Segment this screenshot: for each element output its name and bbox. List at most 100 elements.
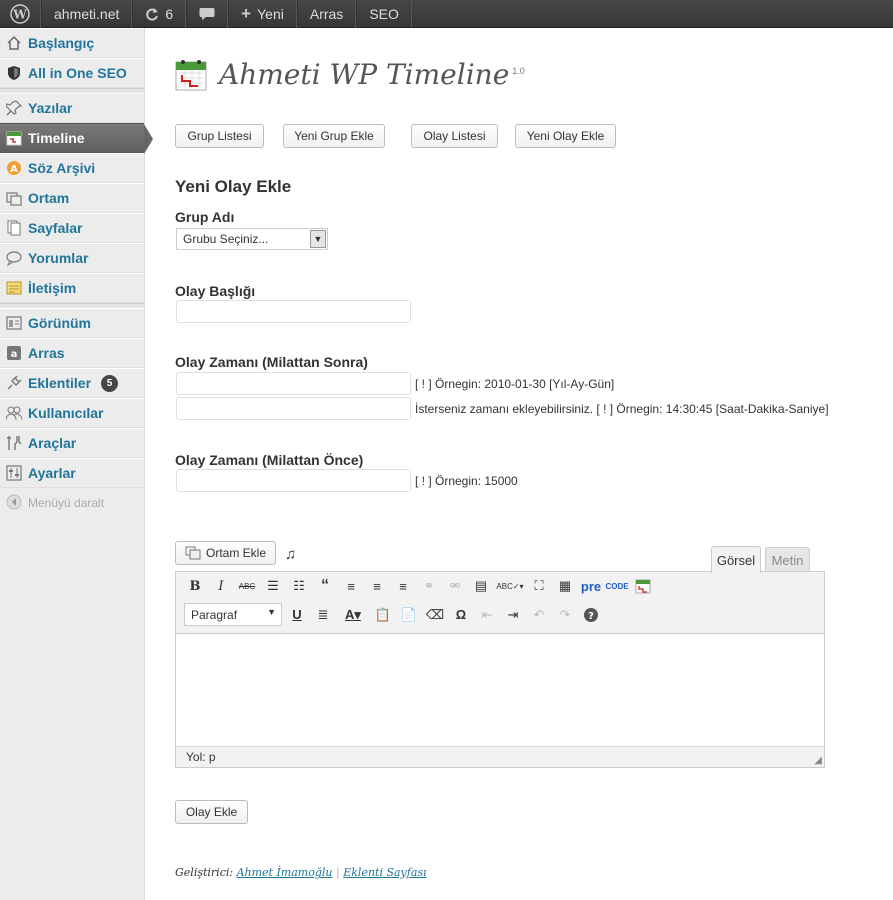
collapse-menu-button[interactable]: Menüyü daralt bbox=[0, 488, 144, 518]
menu-ayarlar[interactable]: Ayarlar bbox=[0, 458, 144, 488]
menu-iletisim[interactable]: İletişim bbox=[0, 273, 144, 303]
svg-text:a: a bbox=[11, 349, 18, 360]
menu-arras[interactable]: a Arras bbox=[0, 338, 144, 368]
numbered-list-icon[interactable]: ☷ bbox=[288, 575, 310, 597]
new-event-button[interactable]: Yeni Olay Ekle bbox=[515, 124, 616, 148]
menu-label: Görünüm bbox=[28, 315, 91, 331]
menu-label: Ayarlar bbox=[28, 465, 76, 481]
event-list-button[interactable]: Olay Listesi bbox=[411, 124, 498, 148]
event-title-input[interactable] bbox=[176, 300, 411, 323]
svg-text:W: W bbox=[12, 8, 27, 22]
align-right-icon[interactable]: ≡ bbox=[392, 575, 414, 597]
format-select[interactable]: Paragraf ▼ bbox=[184, 603, 282, 626]
menu-kullanicilar[interactable]: Kullanıcılar bbox=[0, 398, 144, 428]
arras-link[interactable]: Arras bbox=[296, 0, 357, 28]
align-left-icon[interactable]: ≡ bbox=[340, 575, 362, 597]
undo-icon[interactable]: ↶ bbox=[528, 604, 550, 626]
menu-yazilar[interactable]: Yazılar bbox=[0, 93, 144, 123]
bc-date-input[interactable] bbox=[176, 469, 411, 492]
admin-sidebar: Başlangıç All in One SEO Yazılar Timelin… bbox=[0, 28, 153, 900]
justify-icon[interactable]: ≣ bbox=[312, 604, 334, 626]
menu-yorumlar[interactable]: Yorumlar bbox=[0, 243, 144, 273]
wordpress-icon: W bbox=[10, 4, 30, 24]
page-title: Ahmeti WP Timeline 1.0 bbox=[219, 58, 525, 91]
editor-content-area[interactable] bbox=[176, 633, 824, 747]
menu-all-in-one-seo[interactable]: All in One SEO bbox=[0, 58, 144, 88]
unlink-icon[interactable]: ⚮ bbox=[444, 575, 466, 597]
kitchen-sink-icon[interactable]: ▦ bbox=[554, 575, 576, 597]
menu-soz-arsivi[interactable]: A Söz Arşivi bbox=[0, 153, 144, 183]
tab-text[interactable]: Metin bbox=[765, 547, 810, 573]
developer-link[interactable]: Ahmet İmamoğlu bbox=[237, 866, 333, 879]
add-media-button[interactable]: Ortam Ekle bbox=[175, 541, 276, 565]
chevron-down-icon: ▼ bbox=[267, 607, 276, 617]
timeline-insert-icon[interactable] bbox=[632, 575, 654, 597]
help-icon[interactable]: ? bbox=[580, 604, 602, 626]
menu-baslangic[interactable]: Başlangıç bbox=[0, 28, 144, 58]
bc-date-label: Olay Zamanı (Milattan Önce) bbox=[175, 452, 364, 468]
paste-text-icon[interactable]: 📋 bbox=[372, 604, 394, 626]
fullscreen-icon[interactable]: ⛶ bbox=[528, 575, 550, 597]
footer-separator: | bbox=[336, 866, 340, 879]
comment-bubble-icon bbox=[199, 8, 215, 20]
menu-label: Ortam bbox=[28, 190, 70, 206]
resize-handle-icon[interactable]: ◢ bbox=[814, 755, 822, 766]
blockquote-icon[interactable]: “ bbox=[314, 575, 336, 597]
paste-word-icon[interactable]: 📄 bbox=[398, 604, 420, 626]
clear-formatting-icon[interactable]: ⌫ bbox=[424, 604, 446, 626]
menu-label: Başlangıç bbox=[28, 35, 95, 51]
plugin-page-link[interactable]: Eklenti Sayfası bbox=[343, 866, 426, 879]
add-event-submit-button[interactable]: Olay Ekle bbox=[175, 800, 248, 824]
menu-label: Yazılar bbox=[28, 100, 73, 116]
bold-icon[interactable]: B bbox=[184, 575, 206, 597]
pin-icon bbox=[6, 100, 22, 116]
underline-icon[interactable]: U bbox=[286, 604, 308, 626]
collapse-arrow-icon bbox=[6, 494, 22, 513]
plus-icon: + bbox=[241, 4, 252, 23]
strikethrough-icon[interactable]: ABC bbox=[236, 575, 258, 597]
users-icon bbox=[6, 405, 22, 421]
menu-sayfalar[interactable]: Sayfalar bbox=[0, 213, 144, 243]
menu-gorunum[interactable]: Görünüm bbox=[0, 308, 144, 338]
comments-link[interactable] bbox=[186, 0, 229, 28]
code-button[interactable]: CODE bbox=[605, 575, 628, 597]
ad-time-input[interactable] bbox=[176, 397, 411, 420]
page-header: Ahmeti WP Timeline 1.0 bbox=[175, 58, 525, 91]
special-character-icon[interactable]: Ω bbox=[450, 604, 472, 626]
new-content-link[interactable]: + Yeni bbox=[228, 0, 297, 28]
updates-link[interactable]: 6 bbox=[132, 0, 187, 28]
group-label: Grup Adı bbox=[175, 209, 235, 225]
updates-count: 6 bbox=[165, 6, 174, 22]
bullet-list-icon[interactable]: ☰ bbox=[262, 575, 284, 597]
new-group-button[interactable]: Yeni Grup Ekle bbox=[283, 124, 385, 148]
menu-ortam[interactable]: Ortam bbox=[0, 183, 144, 213]
pre-button[interactable]: pre bbox=[580, 575, 602, 597]
new-label: Yeni bbox=[257, 6, 284, 22]
refresh-icon bbox=[146, 8, 159, 21]
outdent-icon[interactable]: ⇤ bbox=[476, 604, 498, 626]
align-center-icon[interactable]: ≡ bbox=[366, 575, 388, 597]
link-icon[interactable]: ⚭ bbox=[418, 575, 440, 597]
menu-araclar[interactable]: Araçlar bbox=[0, 428, 144, 458]
plugins-icon bbox=[6, 375, 22, 391]
comments-icon bbox=[6, 250, 22, 266]
menu-timeline[interactable]: Timeline bbox=[0, 123, 153, 154]
tab-visual[interactable]: Görsel bbox=[711, 546, 761, 573]
insert-more-icon[interactable]: ▤ bbox=[470, 575, 492, 597]
indent-icon[interactable]: ⇥ bbox=[502, 604, 524, 626]
wordpress-logo-button[interactable]: W bbox=[0, 0, 41, 28]
site-name-link[interactable]: ahmeti.net bbox=[41, 0, 133, 28]
seo-link[interactable]: SEO bbox=[356, 0, 412, 28]
group-list-button[interactable]: Grup Listesi bbox=[175, 124, 264, 148]
timeline-icon bbox=[6, 130, 22, 146]
spellcheck-icon[interactable]: ABC✓▾ bbox=[496, 575, 524, 597]
italic-icon[interactable]: I bbox=[210, 575, 232, 597]
music-note-icon[interactable]: ♫ bbox=[285, 546, 296, 563]
menu-eklentiler[interactable]: Eklentiler 5 bbox=[0, 368, 144, 398]
text-color-icon[interactable]: A▾ bbox=[338, 604, 368, 626]
ad-date-input[interactable] bbox=[176, 372, 411, 395]
shield-icon bbox=[6, 65, 22, 81]
menu-label: Arras bbox=[28, 345, 65, 361]
redo-icon[interactable]: ↷ bbox=[554, 604, 576, 626]
group-select[interactable]: Grubu Seçiniz... ▼ bbox=[176, 228, 328, 250]
